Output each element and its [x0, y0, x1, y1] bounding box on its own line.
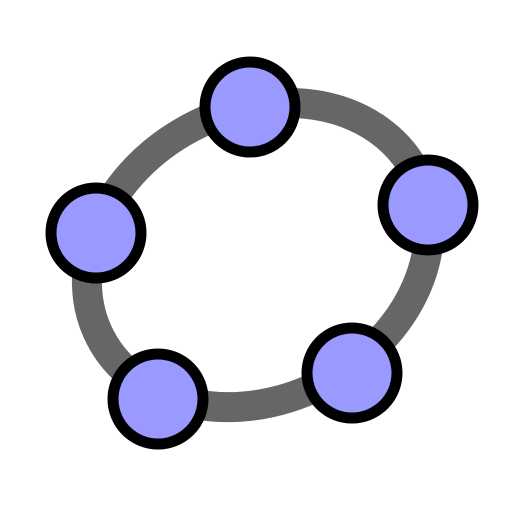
point-left — [45, 182, 147, 284]
point-bottom-right — [301, 322, 403, 424]
geogebra-logo-icon — [45, 56, 479, 450]
points-group — [45, 56, 479, 450]
point-top — [199, 56, 301, 158]
point-bottom-left — [107, 348, 209, 450]
point-right — [377, 154, 479, 256]
